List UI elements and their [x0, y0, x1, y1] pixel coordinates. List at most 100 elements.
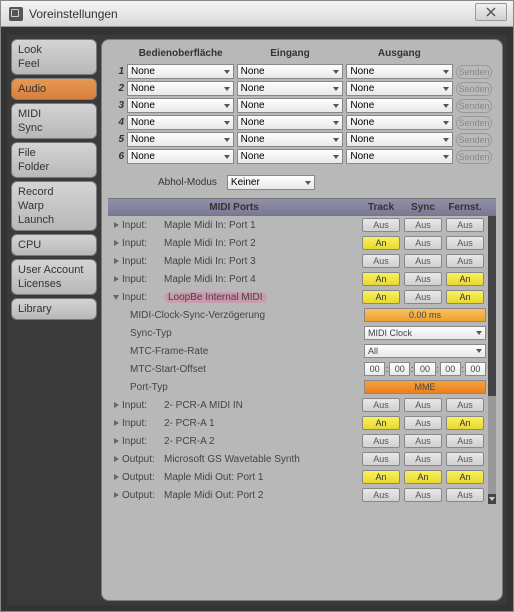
mtc-seg[interactable]: 00 — [364, 362, 385, 376]
remote-toggle[interactable]: Aus — [446, 218, 484, 232]
track-toggle[interactable]: An — [362, 416, 400, 430]
expand-toggle-icon[interactable] — [110, 222, 122, 228]
input-dropdown[interactable]: None — [237, 98, 344, 113]
sidebar-item-midi[interactable]: MIDI — [18, 107, 90, 121]
mtc-seg[interactable]: 00 — [389, 362, 410, 376]
expand-toggle-icon[interactable] — [110, 420, 122, 426]
mtc-seg[interactable]: 00 — [440, 362, 461, 376]
close-button[interactable] — [475, 3, 507, 21]
mtc-seg[interactable]: 00 — [414, 362, 435, 376]
port-direction: Input: — [122, 400, 164, 411]
sidebar-group: Library — [11, 298, 97, 320]
sync-toggle[interactable]: Aus — [404, 218, 442, 232]
input-dropdown[interactable]: None — [237, 149, 344, 164]
remote-toggle[interactable]: Aus — [446, 434, 484, 448]
output-dropdown[interactable]: None — [346, 81, 453, 96]
sidebar-item-library[interactable]: Library — [18, 302, 90, 316]
surface-dropdown[interactable]: None — [127, 115, 234, 130]
sidebar-item-sync[interactable]: Sync — [18, 121, 90, 135]
dump-button[interactable]: Senden — [456, 116, 492, 130]
sidebar-item-record[interactable]: Record — [18, 185, 90, 199]
expand-toggle-icon[interactable] — [110, 438, 122, 444]
output-dropdown[interactable]: None — [346, 149, 453, 164]
track-toggle[interactable]: Aus — [362, 434, 400, 448]
scrollbar-thumb[interactable] — [488, 216, 496, 396]
mtc-seg[interactable]: 00 — [465, 362, 486, 376]
sidebar-item-folder[interactable]: Folder — [18, 160, 90, 174]
port-name: 2- PCR-A 1 — [164, 418, 360, 429]
remote-toggle[interactable]: An — [446, 416, 484, 430]
output-dropdown[interactable]: None — [346, 132, 453, 147]
surface-dropdown[interactable]: None — [127, 132, 234, 147]
sidebar-item-launch[interactable]: Launch — [18, 213, 90, 227]
sidebar-item-look[interactable]: Look — [18, 43, 90, 57]
remote-toggle[interactable]: An — [446, 272, 484, 286]
scroll-down-button[interactable] — [488, 494, 496, 504]
sync-toggle[interactable]: Aus — [404, 452, 442, 466]
sync-toggle[interactable]: Aus — [404, 272, 442, 286]
remote-toggle[interactable]: An — [446, 470, 484, 484]
expand-toggle-icon[interactable] — [110, 240, 122, 246]
dump-button[interactable]: Senden — [456, 99, 492, 113]
sync-toggle[interactable]: An — [404, 470, 442, 484]
input-dropdown[interactable]: None — [237, 132, 344, 147]
remote-toggle[interactable]: Aus — [446, 398, 484, 412]
surface-dropdown[interactable]: None — [127, 149, 234, 164]
mtc-rate-dropdown[interactable]: All — [364, 344, 486, 358]
sync-type-dropdown[interactable]: MIDI Clock — [364, 326, 486, 340]
sidebar-item-audio[interactable]: Audio — [18, 82, 90, 96]
dump-button[interactable]: Senden — [456, 133, 492, 147]
title-bar[interactable]: Voreinstellungen — [1, 1, 513, 27]
output-dropdown[interactable]: None — [346, 98, 453, 113]
dump-button[interactable]: Senden — [456, 150, 492, 164]
sync-toggle[interactable]: Aus — [404, 290, 442, 304]
sidebar-item-warp[interactable]: Warp — [18, 199, 90, 213]
expand-toggle-icon[interactable] — [110, 258, 122, 264]
dump-button[interactable]: Senden — [456, 82, 492, 96]
sidebar-item-feel[interactable]: Feel — [18, 57, 90, 71]
expand-toggle-icon[interactable] — [110, 492, 122, 498]
track-toggle[interactable]: Aus — [362, 452, 400, 466]
sync-toggle[interactable]: Aus — [404, 398, 442, 412]
remote-toggle[interactable]: Aus — [446, 254, 484, 268]
track-toggle[interactable]: An — [362, 470, 400, 484]
remote-toggle[interactable]: Aus — [446, 452, 484, 466]
midi-ports-body: Input:Maple Midi In: Port 1AusAusAusInpu… — [108, 216, 496, 504]
track-toggle[interactable]: Aus — [362, 398, 400, 412]
surface-dropdown[interactable]: None — [127, 98, 234, 113]
sync-toggle[interactable]: Aus — [404, 254, 442, 268]
input-dropdown[interactable]: None — [237, 64, 344, 79]
output-dropdown[interactable]: None — [346, 115, 453, 130]
sidebar-item-file[interactable]: File — [18, 146, 90, 160]
sidebar-item-cpu[interactable]: CPU — [18, 238, 90, 252]
dump-button[interactable]: Senden — [456, 65, 492, 79]
remote-toggle[interactable]: Aus — [446, 488, 484, 502]
expand-toggle-icon[interactable] — [110, 456, 122, 462]
sync-toggle[interactable]: Aus — [404, 488, 442, 502]
input-dropdown[interactable]: None — [237, 81, 344, 96]
output-dropdown[interactable]: None — [346, 64, 453, 79]
sync-toggle[interactable]: Aus — [404, 434, 442, 448]
track-toggle[interactable]: An — [362, 236, 400, 250]
sidebar-item-licenses[interactable]: Licenses — [18, 277, 90, 291]
surface-dropdown[interactable]: None — [127, 64, 234, 79]
expand-toggle-icon[interactable] — [110, 295, 122, 300]
track-toggle[interactable]: An — [362, 290, 400, 304]
expand-toggle-icon[interactable] — [110, 402, 122, 408]
remote-toggle[interactable]: Aus — [446, 236, 484, 250]
expand-toggle-icon[interactable] — [110, 474, 122, 480]
sync-toggle[interactable]: Aus — [404, 416, 442, 430]
track-toggle[interactable]: An — [362, 272, 400, 286]
track-toggle[interactable]: Aus — [362, 218, 400, 232]
sync-toggle[interactable]: Aus — [404, 236, 442, 250]
remote-toggle[interactable]: An — [446, 290, 484, 304]
clock-delay-value[interactable]: 0.00 ms — [364, 308, 486, 322]
sidebar-item-user-account[interactable]: User Account — [18, 263, 90, 277]
track-toggle[interactable]: Aus — [362, 488, 400, 502]
track-toggle[interactable]: Aus — [362, 254, 400, 268]
takeover-mode-dropdown[interactable]: Keiner — [227, 175, 315, 190]
expand-toggle-icon[interactable] — [110, 276, 122, 282]
port-type-value[interactable]: MME — [364, 380, 486, 394]
input-dropdown[interactable]: None — [237, 115, 344, 130]
surface-dropdown[interactable]: None — [127, 81, 234, 96]
